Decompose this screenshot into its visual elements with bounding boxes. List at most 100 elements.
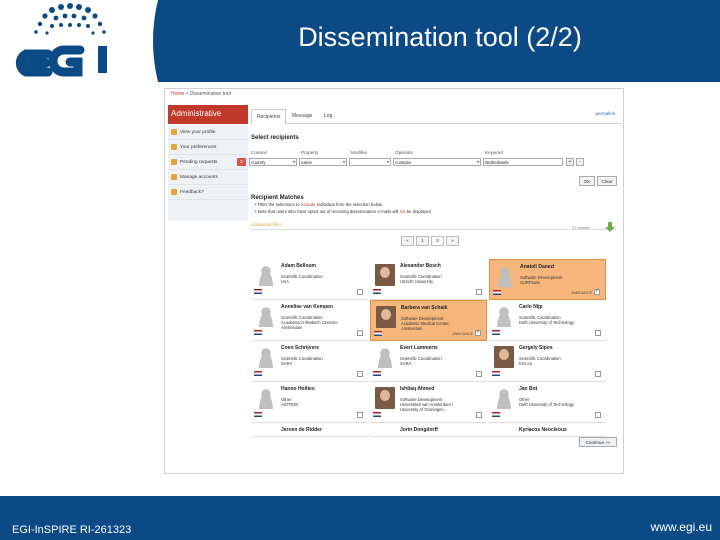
avatar [494, 346, 514, 368]
breadcrumb-home[interactable]: Home [171, 91, 184, 97]
pending-count-badge: 2 [237, 158, 246, 166]
recipient-name: Jorin Dongdorff [400, 427, 438, 433]
recipient-checkbox[interactable] [357, 412, 363, 418]
sidebar-item-0[interactable]: View your profile [168, 125, 248, 140]
recipient-card[interactable]: Gergely Sipos Scientific Coordination EGI… [489, 341, 606, 382]
recipient-card[interactable]: Barbera van Schaik Software Development A… [370, 300, 487, 341]
sidebar-item-label: Pending requests [180, 160, 218, 165]
recipient-checkbox[interactable] [357, 289, 363, 295]
recipient-role: Scientific Coordination Delft University… [519, 315, 575, 325]
sidebar-item-label: Feedback? [180, 190, 204, 195]
recipient-checkbox[interactable] [357, 330, 363, 336]
recipient-name: Jan Bot [519, 386, 538, 392]
project-id: EGI-InSPIRE RI-261323 [12, 524, 132, 536]
recipient-name: Annelise van Kempen [281, 304, 333, 310]
user-silhouette-icon [256, 387, 276, 409]
netherlands-flag-icon [373, 412, 381, 417]
netherlands-flag-icon [373, 371, 381, 376]
recipient-checkbox[interactable] [594, 288, 600, 295]
recipient-card[interactable]: Adam Belloum Scientific Coordination UvA [251, 259, 368, 300]
avatar [375, 264, 395, 286]
tab-recipients[interactable]: Recipients [251, 109, 287, 124]
sidebar-item-4[interactable]: Feedback? [168, 185, 248, 200]
ok-button[interactable]: OK [579, 176, 595, 186]
recipient-checkbox[interactable] [595, 371, 601, 377]
download-arrow-icon[interactable] [605, 222, 615, 232]
context-select[interactable]: country ▾ [249, 158, 297, 166]
user-silhouette-icon [256, 305, 276, 327]
property-value: name [301, 160, 312, 165]
recipient-name: Carlo Nijp [519, 304, 543, 310]
recipient-card[interactable]: Kyriacos Neocleous [489, 423, 606, 437]
advanced-filter-link[interactable]: Advanced filter [251, 222, 281, 227]
clear-button[interactable]: Clear [597, 176, 617, 186]
recipient-checkbox[interactable] [595, 412, 601, 418]
pager-page-1[interactable]: 1 [416, 236, 429, 246]
recipient-checkbox[interactable] [476, 289, 482, 295]
recipient-card[interactable]: Jeroen de Ridder [251, 423, 368, 437]
recipient-card[interactable]: Alexander Bosch Scientific Coordination U… [370, 259, 487, 300]
user-silhouette-icon [375, 346, 395, 368]
recipient-card[interactable]: Hanno Holties Other ASTRON [251, 382, 368, 423]
recipient-checkbox[interactable] [475, 329, 481, 336]
netherlands-flag-icon [492, 412, 500, 417]
recipient-card[interactable]: Coen Schrijvers Scientific Coordination S… [251, 341, 368, 382]
avatar [375, 387, 395, 409]
sidebar-item-3[interactable]: Manage accounts [168, 170, 248, 185]
breadcrumb-current: » Dissemination tool [185, 91, 231, 97]
recipient-role: Other Delft University of Technology [519, 397, 575, 407]
recipient-name: Kyriacos Neocleous [519, 427, 567, 433]
col-property: Property [301, 150, 319, 155]
chevron-down-icon: ▾ [342, 159, 345, 164]
col-context: Context [251, 150, 267, 155]
sidebar-item-1[interactable]: Your preferences [168, 140, 248, 155]
add-filter-button[interactable]: + [566, 158, 574, 166]
chevron-down-icon: ▾ [386, 159, 389, 164]
modifier-select[interactable]: ▾ [349, 158, 391, 166]
accounts-icon [171, 174, 177, 180]
tab-message[interactable]: Message [287, 109, 317, 124]
recipient-name: Evert Lammerts [400, 345, 438, 351]
recipient-card[interactable]: Ishtiaq Ahmed Software Development Univer… [370, 382, 487, 423]
recipient-card[interactable]: Jan Bot Other Delft University of Technol… [489, 382, 606, 423]
recipient-card[interactable]: Carlo Nijp Scientific Coordination Delft … [489, 300, 606, 341]
sidebar-item-label: Manage accounts [180, 175, 218, 180]
recipient-card[interactable]: Evert Lammerts Scientific Coordination SA… [370, 341, 487, 382]
divider [251, 229, 617, 230]
recipient-checkbox[interactable] [595, 330, 601, 336]
operator-select[interactable]: contains ▾ [393, 158, 481, 166]
profile-icon [171, 129, 177, 135]
permalink-link[interactable]: permalink [595, 111, 615, 116]
tab-log[interactable]: Log [319, 109, 337, 124]
pager-next[interactable]: » [446, 236, 459, 246]
recipient-card[interactable]: Anatoli Danezi Software Development SURFs… [489, 259, 606, 300]
slide: Dissemination tool (2/2) Home » Dissemin… [0, 0, 720, 540]
bullet-optout: • Note that users who have opted out of … [255, 209, 431, 214]
pager-page-2[interactable]: 2 [431, 236, 444, 246]
bullet2-pre: Note that users who have opted out of re… [257, 209, 399, 214]
property-select[interactable]: name ▾ [299, 158, 347, 166]
recipient-card[interactable]: Jorin Dongdorff [370, 423, 487, 437]
user-silhouette-icon [494, 387, 514, 409]
bullet1-pre: Filter the selections to [257, 202, 300, 207]
netherlands-flag-icon [254, 412, 262, 417]
remove-filter-button[interactable]: - [576, 158, 584, 166]
keyword-input[interactable]: Netherlands [483, 158, 563, 166]
pager-prev[interactable]: « [401, 236, 414, 246]
recipient-card[interactable]: Annelise van Kempen Scientific Coordinati… [251, 300, 368, 341]
recipient-checkbox[interactable] [357, 371, 363, 377]
recipient-role: Software Development Academic Medical Ce… [401, 316, 450, 331]
recipient-checkbox[interactable] [476, 412, 482, 418]
slide-footer: EGI-InSPIRE RI-261323 www.egi.eu [0, 496, 720, 540]
recipient-tag: ANNOUNCE [571, 291, 592, 295]
continue-button[interactable]: Continue »» [579, 437, 617, 447]
recipient-role: Scientific Coordination SARA [400, 356, 442, 366]
sidebar: View your profile Your preferences Pending… [168, 125, 248, 221]
recipient-checkbox[interactable] [476, 371, 482, 377]
netherlands-flag-icon [492, 371, 500, 376]
sidebar-item-2[interactable]: Pending requests 2 [168, 155, 248, 170]
chevron-down-icon: ▾ [476, 159, 479, 164]
recipient-role: Scientific Coordination SARA [281, 356, 323, 366]
recipient-name: Gergely Sipos [519, 345, 553, 351]
website-url: www.egi.eu [650, 520, 712, 534]
